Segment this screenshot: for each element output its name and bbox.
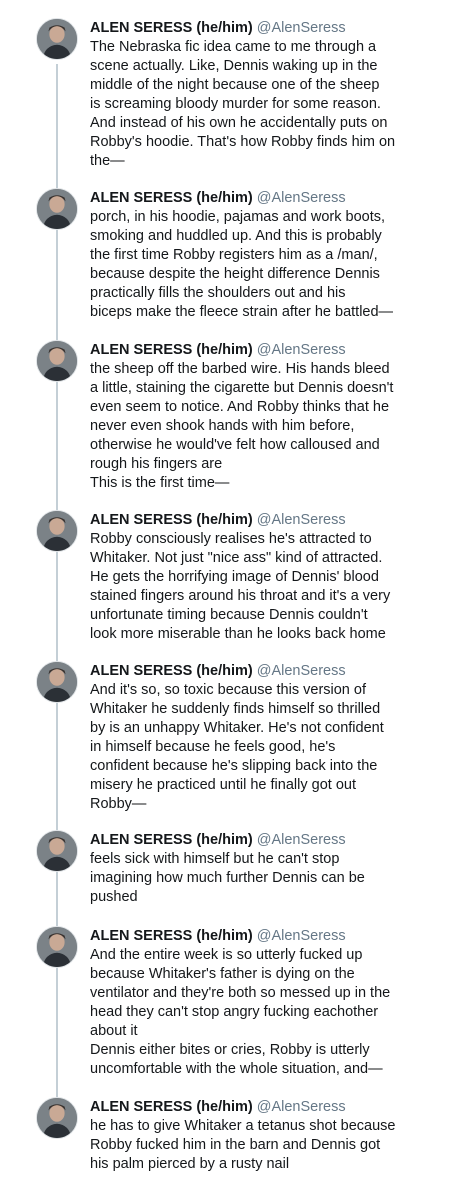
tweet-text: The Nebraska fic idea came to me through… [90, 39, 396, 169]
avatar[interactable] [36, 18, 78, 60]
author-name[interactable]: ALEN SERESS (he/him) [90, 20, 253, 36]
avatar[interactable] [36, 188, 78, 230]
author-name[interactable]: ALEN SERESS (he/him) [90, 928, 253, 944]
tweet-text: porch, in his hoodie, pajamas and work b… [90, 209, 394, 320]
tweet-header: ALEN SERESS (he/him) @AlenSeress [90, 511, 346, 529]
tweet-header: ALEN SERESS (he/him) @AlenSeress [90, 341, 346, 359]
author-name[interactable]: ALEN SERESS (he/him) [90, 1099, 253, 1115]
author-handle[interactable]: @AlenSeress [257, 342, 346, 358]
author-name[interactable]: ALEN SERESS (he/him) [90, 190, 253, 206]
tweet-header: ALEN SERESS (he/him) @AlenSeress [90, 19, 346, 37]
tweet-text: he has to give Whitaker a tetanus shot b… [90, 1118, 396, 1172]
tweet-header: ALEN SERESS (he/him) @AlenSeress [90, 1098, 346, 1116]
author-name[interactable]: ALEN SERESS (he/him) [90, 832, 253, 848]
tweet-text: the sheep off the barbed wire. His hands… [90, 361, 394, 491]
avatar[interactable] [36, 926, 78, 968]
avatar[interactable] [36, 830, 78, 872]
author-handle[interactable]: @AlenSeress [257, 1099, 346, 1115]
tweet-header: ALEN SERESS (he/him) @AlenSeress [90, 189, 346, 207]
author-name[interactable]: ALEN SERESS (he/him) [90, 512, 253, 528]
author-name[interactable]: ALEN SERESS (he/him) [90, 342, 253, 358]
avatar[interactable] [36, 510, 78, 552]
author-handle[interactable]: @AlenSeress [257, 190, 346, 206]
author-handle[interactable]: @AlenSeress [257, 20, 346, 36]
avatar[interactable] [36, 340, 78, 382]
thread: ALEN SERESS (he/him) @AlenSeress The Nebr… [0, 0, 476, 1199]
author-handle[interactable]: @AlenSeress [257, 832, 346, 848]
tweet-text: And it's so, so toxic because this versi… [90, 682, 384, 812]
tweet-header: ALEN SERESS (he/him) @AlenSeress [90, 662, 346, 680]
author-name[interactable]: ALEN SERESS (he/him) [90, 663, 253, 679]
tweet-header: ALEN SERESS (he/him) @AlenSeress [90, 927, 346, 945]
author-handle[interactable]: @AlenSeress [257, 928, 346, 944]
tweet-header: ALEN SERESS (he/him) @AlenSeress [90, 831, 346, 849]
avatar[interactable] [36, 661, 78, 703]
tweet-text: feels sick with himself but he can't sto… [90, 851, 365, 905]
tweet-text: And the entire week is so utterly fucked… [90, 947, 391, 1077]
author-handle[interactable]: @AlenSeress [257, 663, 346, 679]
tweet-text: Robby consciously realises he's attracte… [90, 531, 391, 642]
author-handle[interactable]: @AlenSeress [257, 512, 346, 528]
avatar[interactable] [36, 1097, 78, 1139]
